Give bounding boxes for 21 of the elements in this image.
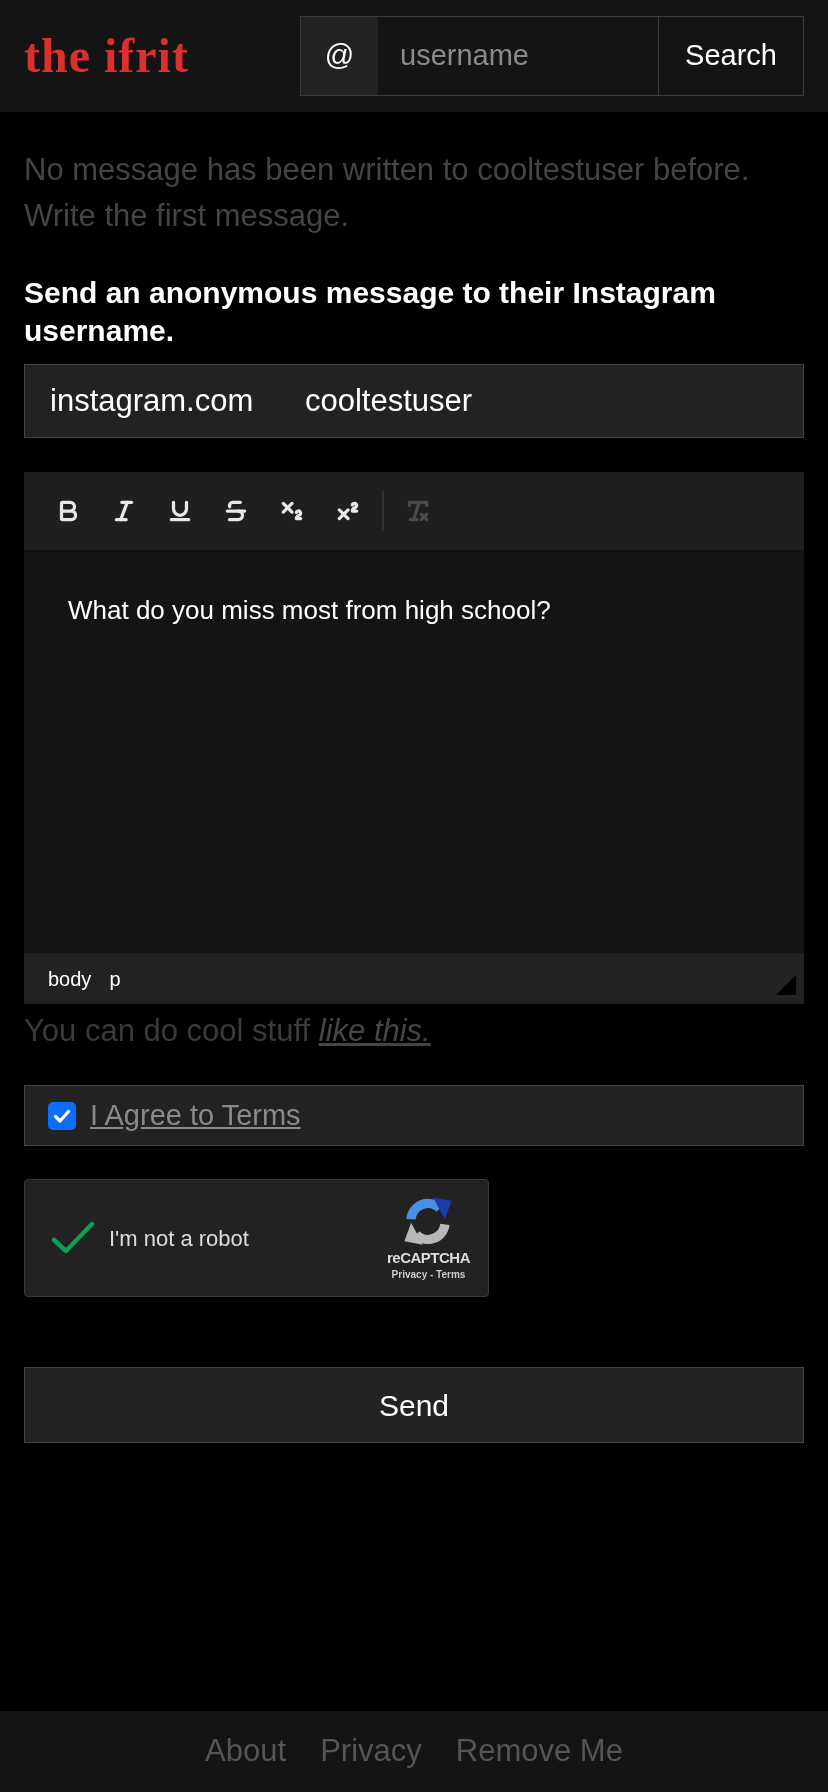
notice-text: No message has been written to cooltestuser before. Write the first message. <box>24 151 751 235</box>
send-button[interactable]: Send <box>24 1367 804 1443</box>
at-prefix: @ <box>300 16 378 96</box>
element-path-item[interactable]: body <box>48 963 92 994</box>
underline-icon <box>167 498 193 524</box>
element-path-item[interactable]: p <box>109 963 121 994</box>
recaptcha-links[interactable]: Privacy - Terms <box>391 1268 466 1282</box>
strikethrough-icon <box>223 498 249 524</box>
recaptcha-label: I'm not a robot <box>109 1224 249 1253</box>
checkbox[interactable] <box>48 1101 76 1130</box>
message-field[interactable]: What do you miss most from high school? <box>24 551 804 953</box>
search-button[interactable]: Search <box>658 16 804 96</box>
checkmark-icon[interactable] <box>51 1221 95 1255</box>
form-heading: Send an anonymous message to their Instagram username. <box>24 275 717 349</box>
site-logo[interactable]: the ifrit <box>24 32 189 80</box>
clear-formatting-icon <box>405 498 431 524</box>
resize-handle-icon[interactable] <box>776 974 796 995</box>
username-search-field[interactable]: username <box>378 16 658 96</box>
recaptcha-brand: reCAPTCHA <box>387 1248 470 1268</box>
hint-text: You can do cool stuff like this. <box>24 1012 432 1050</box>
terms-link[interactable]: I Agree to Terms <box>90 1093 301 1138</box>
